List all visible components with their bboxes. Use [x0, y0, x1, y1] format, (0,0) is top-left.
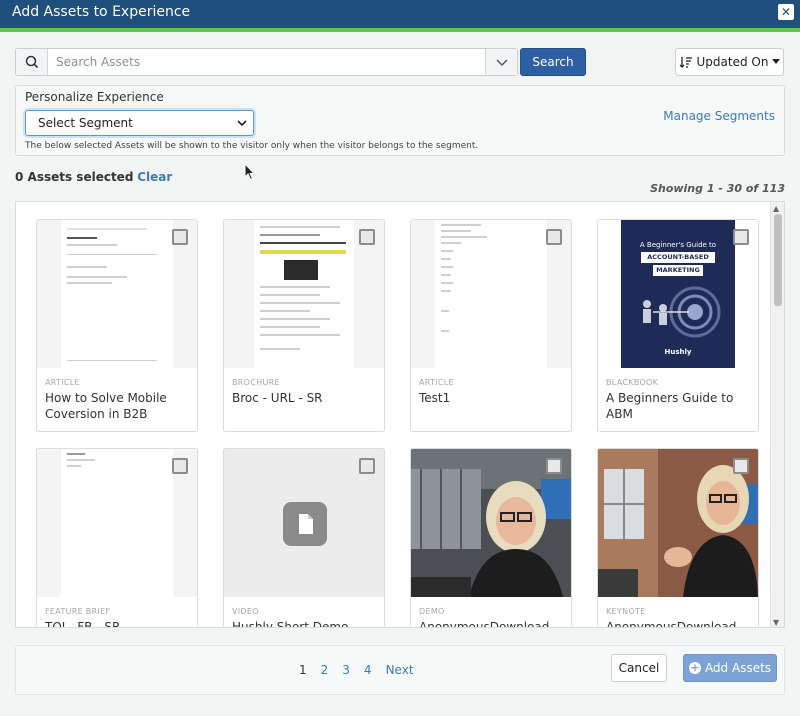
cancel-button[interactable]: Cancel [611, 654, 667, 682]
page-link-4[interactable]: 4 [364, 663, 372, 677]
dialog-title: Add Assets to Experience [12, 4, 191, 20]
personalize-label: Personalize Experience [25, 90, 164, 104]
sort-label: Updated On [696, 55, 769, 69]
book-cover: A Beginner's Guide to ACCOUNT-BASED MARK… [621, 220, 735, 368]
next-page-link[interactable]: Next [386, 663, 414, 677]
asset-checkbox[interactable] [546, 229, 562, 245]
add-assets-button[interactable]: + Add Assets [683, 654, 777, 682]
book-cover-brand: Hushly [664, 348, 692, 356]
selection-count: 0 Assets selected [15, 170, 134, 184]
dialog-footer: 1 2 3 4 Next Cancel + Add Assets [15, 645, 785, 695]
asset-card[interactable]: KEYNOTE AnonymousDownload [597, 448, 759, 628]
asset-name: Hushly Short Demo [232, 620, 349, 628]
accent-bar [0, 28, 800, 32]
personalize-panel: Personalize Experience Select Segment Ma… [15, 85, 785, 156]
asset-card[interactable]: DEMO AnonymousDownload [410, 448, 572, 628]
chevron-down-icon[interactable] [485, 49, 517, 75]
asset-card[interactable]: VIDEO Hushly Short Demo [223, 448, 385, 628]
asset-name: How to Solve Mobile Coversion in B2B [45, 391, 167, 421]
scrollbar-thumb[interactable] [774, 214, 782, 306]
asset-card[interactable]: ARTICLE How to Solve Mobile Coversion in… [36, 219, 198, 432]
asset-checkbox[interactable] [733, 458, 749, 474]
asset-checkbox[interactable] [172, 229, 188, 245]
search-input[interactable] [56, 53, 476, 71]
page-link-3[interactable]: 3 [342, 663, 350, 677]
segment-select[interactable]: Select Segment [25, 110, 254, 136]
page-link-2[interactable]: 2 [321, 663, 329, 677]
manage-segments-link[interactable]: Manage Segments [663, 109, 775, 123]
chevron-down-icon [237, 120, 247, 127]
asset-type: ARTICLE [419, 378, 454, 387]
asset-card[interactable]: BROCHURE Broc - URL - SR [223, 219, 385, 432]
asset-checkbox[interactable] [546, 458, 562, 474]
clear-link[interactable]: Clear [137, 170, 172, 184]
asset-card[interactable]: ARTICLE Test1 [410, 219, 572, 432]
pagination: 1 2 3 4 Next [299, 663, 414, 677]
book-cover-line: A Beginner's Guide to [639, 241, 717, 249]
caret-down-icon [772, 59, 781, 64]
segment-select-value: Select Segment [38, 116, 133, 130]
asset-name: A Beginners Guide to ABM [606, 391, 734, 421]
asset-checkbox[interactable] [359, 458, 375, 474]
asset-name: TOI - FB - SR [45, 620, 121, 628]
target-illustration-icon [643, 286, 721, 338]
asset-checkbox[interactable] [733, 229, 749, 245]
close-icon[interactable]: ✕ [778, 4, 794, 20]
asset-grid: ARTICLE How to Solve Mobile Coversion in… [15, 201, 785, 628]
sort-dropdown[interactable]: Updated On [675, 48, 784, 76]
asset-checkbox[interactable] [172, 458, 188, 474]
search-button[interactable]: Search [520, 48, 586, 76]
mouse-cursor-icon [244, 162, 256, 185]
asset-name: AnonymousDownload [419, 620, 550, 628]
asset-card[interactable]: FEATURE BRIEF TOI - FB - SR [36, 448, 198, 628]
book-cover-banner: MARKETING [653, 265, 703, 276]
asset-type: KEYNOTE [606, 607, 646, 616]
results-count: Showing 1 - 30 of 113 [650, 182, 785, 195]
sort-icon [679, 57, 692, 68]
search-box [15, 48, 518, 76]
asset-name: Test1 [419, 391, 451, 405]
asset-type: BLACKBOOK [606, 378, 659, 387]
asset-name: AnonymousDownload [606, 620, 737, 628]
selection-info: 0 Assets selected Clear [15, 170, 172, 184]
book-cover-banner: ACCOUNT-BASED [641, 252, 715, 263]
scroll-up-icon[interactable]: ▲ [773, 204, 779, 213]
plus-circle-icon: + [688, 661, 701, 674]
dialog-titlebar: Add Assets to Experience ✕ [0, 0, 800, 28]
asset-type: BROCHURE [232, 378, 280, 387]
asset-type: ARTICLE [45, 378, 80, 387]
scrollbar[interactable]: ▲ ▼ [770, 202, 784, 627]
document-icon [283, 502, 327, 546]
scroll-down-icon[interactable]: ▼ [773, 618, 779, 627]
asset-type: VIDEO [232, 607, 259, 616]
segment-note: The below selected Assets will be shown … [25, 141, 479, 151]
asset-checkbox[interactable] [359, 229, 375, 245]
asset-type: FEATURE BRIEF [45, 607, 111, 616]
asset-name: Broc - URL - SR [232, 391, 323, 405]
page-link-1[interactable]: 1 [299, 663, 307, 677]
asset-card[interactable]: A Beginner's Guide to ACCOUNT-BASED MARK… [597, 219, 759, 432]
asset-type: DEMO [419, 607, 445, 616]
add-assets-label: Add Assets [704, 661, 772, 675]
search-icon [16, 49, 48, 75]
